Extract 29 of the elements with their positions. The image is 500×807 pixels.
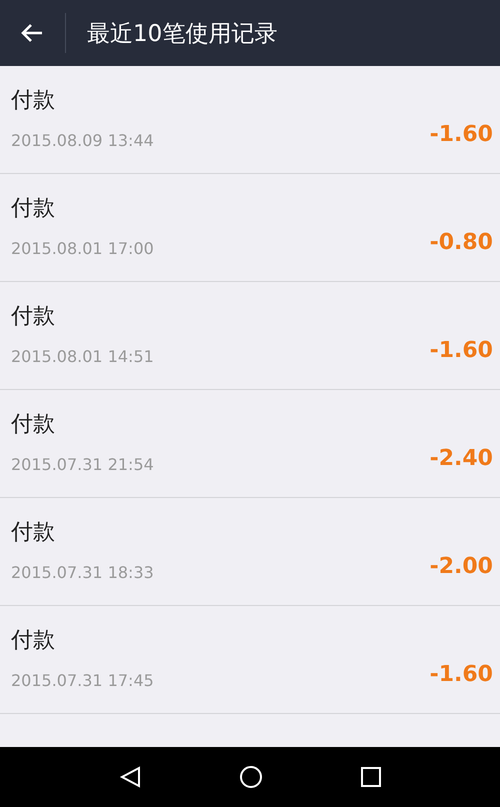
record-row[interactable]: 付款 2015.08.01 14:51 -1.60	[0, 282, 500, 390]
record-row[interactable]: 付款 2015.07.31 18:33 -2.00	[0, 498, 500, 606]
record-time: 2015.08.01 17:00	[11, 239, 154, 258]
record-row[interactable]: 付款 2015.08.09 13:44 -1.60	[0, 66, 500, 174]
record-type: 付款	[11, 627, 56, 655]
record-amount: -1.60	[430, 661, 493, 687]
record-row[interactable]: 付款 2015.08.01 17:00 -0.80	[0, 174, 500, 282]
record-time: 2015.08.01 14:51	[11, 347, 154, 366]
record-row[interactable]: 付款 2015.07.31 21:54 -2.40	[0, 390, 500, 498]
page-title: 最近10笔使用记录	[87, 20, 278, 48]
record-type: 付款	[11, 519, 56, 547]
record-type: 付款	[11, 411, 56, 439]
recents-icon[interactable]	[361, 767, 381, 787]
record-time: 2015.07.31 17:45	[11, 671, 154, 690]
record-amount: -2.00	[430, 553, 493, 579]
record-type: 付款	[11, 87, 56, 115]
record-type: 付款	[11, 303, 56, 331]
record-row[interactable]: 付款 2015.07.31 17:45 -1.60	[0, 606, 500, 714]
record-amount: -0.80	[430, 229, 493, 255]
record-time: 2015.07.31 21:54	[11, 455, 154, 474]
record-type: 付款	[11, 195, 56, 223]
record-amount: -2.40	[430, 445, 493, 471]
back-icon[interactable]	[119, 766, 141, 788]
back-icon[interactable]	[21, 23, 43, 43]
record-amount: -1.60	[430, 337, 493, 363]
record-time: 2015.07.31 18:33	[11, 563, 154, 582]
record-amount: -1.60	[430, 121, 493, 147]
record-time: 2015.08.09 13:44	[11, 131, 154, 150]
home-icon[interactable]	[239, 765, 263, 789]
